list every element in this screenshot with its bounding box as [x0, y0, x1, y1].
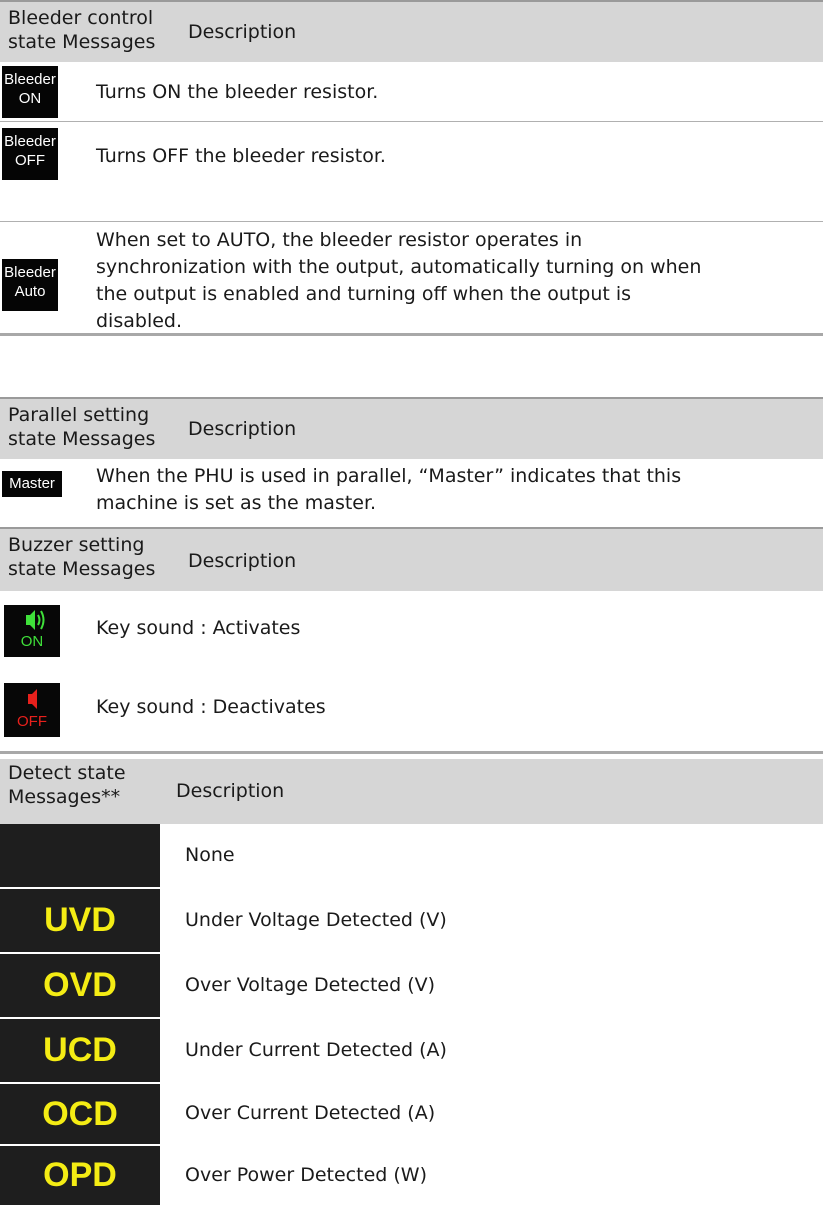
- row-description: Key sound : Activates: [96, 617, 301, 639]
- header-label: Parallel setting: [8, 404, 150, 426]
- row-description: Over Voltage Detected (V): [185, 974, 436, 996]
- icon-text: OFF: [17, 713, 47, 730]
- icon-text: ON: [18, 90, 42, 107]
- description-line: When set to AUTO, the bleeder resistor o…: [96, 229, 583, 251]
- header-label: Bleeder control: [8, 7, 154, 29]
- description-line: When the PHU is used in parallel, “Maste…: [96, 465, 682, 487]
- icon-text: ON: [20, 633, 44, 650]
- row-description: Under Current Detected (A): [185, 1039, 447, 1061]
- ucd-indicator-icon: UCD: [0, 1019, 160, 1082]
- buzzer-row-on: ON Key sound : Activates: [0, 591, 823, 671]
- icon-text: Bleeder: [4, 264, 56, 281]
- buzzer-row-off: OFF Key sound : Deactivates: [0, 671, 823, 751]
- opd-indicator-icon: OPD: [0, 1146, 160, 1205]
- header-description: Description: [188, 21, 297, 43]
- status-message-tables: Bleeder control state Messages Descripti…: [0, 0, 823, 1205]
- parallel-header-col1: Parallel setting state Messages: [8, 403, 155, 451]
- speaker-glyph-icon: [26, 610, 45, 630]
- header-label: state Messages: [8, 428, 156, 450]
- buzzer-table-header: Buzzer setting state Messages Descriptio…: [0, 527, 823, 591]
- detect-row-opd: OPD Over Power Detected (W): [0, 1146, 823, 1205]
- description-line: disabled.: [96, 310, 183, 332]
- detect-row-none: None: [0, 824, 823, 887]
- header-label: Buzzer setting: [8, 534, 145, 556]
- section-divider: [0, 751, 823, 754]
- icon-text: OFF: [15, 152, 45, 169]
- row-description: Over Current Detected (A): [185, 1102, 436, 1124]
- ocd-indicator-icon: OCD: [0, 1084, 160, 1144]
- row-description: When the PHU is used in parallel, “Maste…: [96, 463, 681, 517]
- bleeder-table-header: Bleeder control state Messages Descripti…: [0, 0, 823, 62]
- detect-header-col1: Detect state Messages**: [8, 761, 126, 809]
- detect-row-ocd: OCD Over Current Detected (A): [0, 1084, 823, 1144]
- header-label: Messages**: [8, 786, 121, 808]
- detect-row-ovd: OVD Over Voltage Detected (V): [0, 954, 823, 1017]
- section-divider: [0, 333, 823, 336]
- row-description: None: [185, 844, 235, 866]
- header-label: Detect state: [8, 762, 126, 784]
- parallel-table-header: Parallel setting state Messages Descript…: [0, 397, 823, 459]
- bleeder-row-on: Bleeder ON Turns ON the bleeder resistor…: [0, 62, 823, 120]
- detect-blank-icon: [0, 824, 160, 887]
- header-description: Description: [188, 418, 297, 440]
- icon-text: Master: [9, 475, 55, 492]
- bleeder-on-icon: Bleeder ON: [2, 66, 58, 118]
- header-description: Description: [188, 550, 297, 572]
- parallel-row-master: Master When the PHU is used in parallel,…: [0, 459, 823, 527]
- description-line: the output is enabled and turning off wh…: [96, 283, 632, 305]
- row-description: Key sound : Deactivates: [96, 696, 326, 718]
- icon-text: Bleeder: [4, 71, 56, 88]
- icon-text: Auto: [14, 283, 46, 300]
- bleeder-off-icon: Bleeder OFF: [2, 128, 58, 180]
- detect-row-ucd: UCD Under Current Detected (A): [0, 1019, 823, 1082]
- header-label: state Messages: [8, 31, 156, 53]
- icon-text: Bleeder: [4, 133, 56, 150]
- header-label: state Messages: [8, 558, 156, 580]
- bleeder-row-off: Bleeder OFF Turns OFF the bleeder resist…: [0, 122, 823, 222]
- divider: [0, 221, 823, 222]
- bleeder-row-auto: Bleeder Auto When set to AUTO, the bleed…: [0, 223, 823, 333]
- description-line: synchronization with the output, automat…: [96, 256, 702, 278]
- speaker-on-icon: ON: [4, 605, 60, 657]
- row-description: Turns OFF the bleeder resistor.: [96, 145, 386, 167]
- buzzer-header-col1: Buzzer setting state Messages: [8, 533, 155, 581]
- detect-table-header: Detect state Messages** Description: [0, 759, 823, 824]
- row-description: Turns ON the bleeder resistor.: [96, 81, 379, 103]
- row-description: When set to AUTO, the bleeder resistor o…: [96, 227, 701, 335]
- bleeder-header-col1: Bleeder control state Messages: [8, 6, 155, 54]
- description-line: machine is set as the master.: [96, 492, 377, 514]
- speaker-glyph-icon: [28, 689, 37, 709]
- uvd-indicator-icon: UVD: [0, 889, 160, 952]
- bleeder-auto-icon: Bleeder Auto: [2, 259, 58, 311]
- detect-row-uvd: UVD Under Voltage Detected (V): [0, 889, 823, 952]
- row-description: Under Voltage Detected (V): [185, 909, 447, 931]
- row-description: Over Power Detected (W): [185, 1164, 427, 1186]
- ovd-indicator-icon: OVD: [0, 954, 160, 1017]
- master-icon: Master: [2, 471, 62, 497]
- speaker-off-icon: OFF: [4, 683, 60, 737]
- header-description: Description: [176, 780, 285, 802]
